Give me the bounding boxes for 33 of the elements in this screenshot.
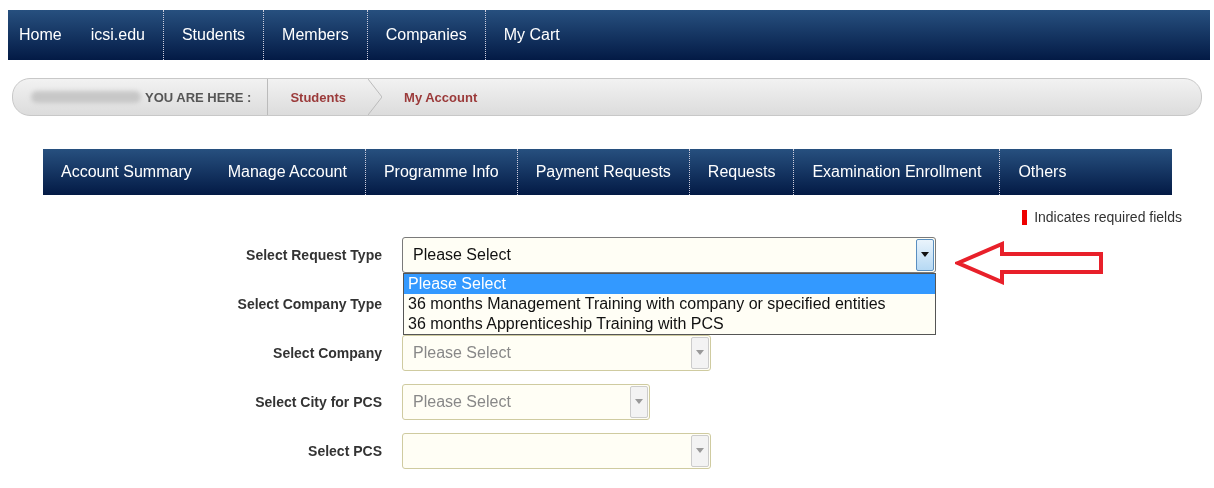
nav-link[interactable]: icsi.edu	[79, 10, 163, 60]
dropdown-option[interactable]: 36 months Management Training with company or specified entities	[404, 294, 935, 314]
breadcrumb-link[interactable]: My Account	[382, 79, 500, 115]
account-nav-link[interactable]: Account Summary	[43, 149, 210, 195]
arrow-icon	[955, 241, 1105, 285]
chevron-icon	[368, 79, 383, 115]
field-label: Select PCS	[307, 442, 382, 459]
field-label: Select Request Type	[245, 246, 382, 263]
account-nav-link[interactable]: Others	[999, 149, 1085, 195]
nav-link[interactable]: Companies	[366, 10, 485, 60]
nav-link[interactable]: Home	[8, 10, 80, 60]
account-nav-link[interactable]: Programme Info	[364, 149, 517, 195]
required-note: Indicates required fields	[1034, 209, 1182, 225]
nav-link[interactable]: My Cart	[484, 10, 578, 60]
breadcrumb-prefix: YOU ARE HERE :	[145, 79, 269, 115]
caret-icon	[696, 448, 704, 453]
field-label: Select City for PCS	[254, 393, 382, 410]
dropdown-option[interactable]: 36 months Apprenticeship Training with PCS	[404, 314, 935, 334]
account-nav-link[interactable]: Payment Requests	[516, 149, 689, 195]
account-nav-link[interactable]: Manage Account	[209, 149, 365, 195]
field-label: Select Company Type	[236, 295, 382, 312]
field-label: Select Company	[272, 344, 382, 361]
nav-link[interactable]: Students	[162, 10, 264, 60]
account-nav-link[interactable]: Examination Enrollment	[793, 149, 1000, 195]
dropdown-button[interactable]	[916, 238, 934, 271]
account-nav-link[interactable]: Requests	[688, 149, 794, 195]
caret-icon	[635, 399, 643, 404]
breadcrumb-link[interactable]: Students	[268, 79, 369, 115]
required-marker	[1022, 209, 1028, 225]
caret-icon	[921, 252, 929, 257]
caret-icon	[696, 350, 704, 355]
select-field[interactable]: Please Select	[402, 236, 936, 273]
nav-link[interactable]: Members	[263, 10, 367, 60]
